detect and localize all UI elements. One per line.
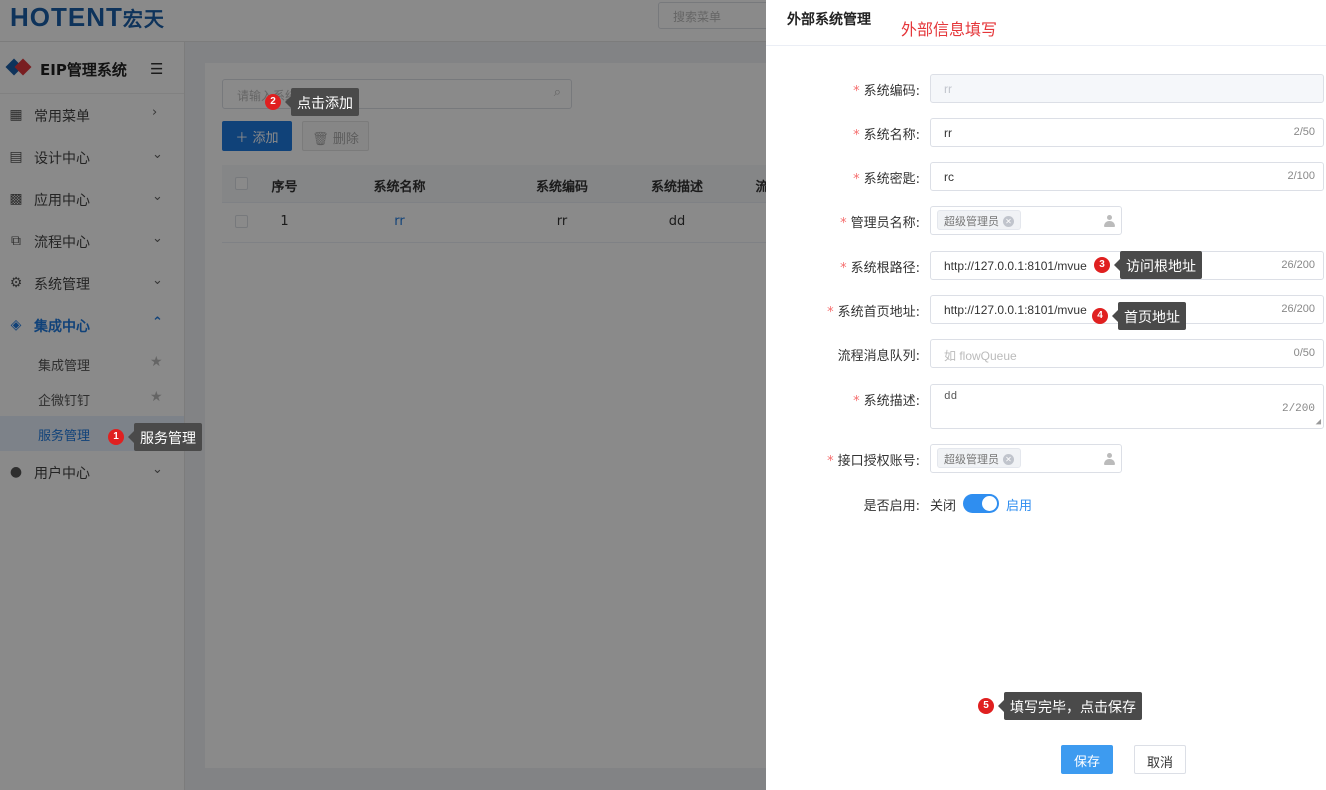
divider (766, 45, 1326, 46)
close-icon[interactable]: ✕ (1003, 454, 1014, 465)
system-name-input[interactable]: rr 2/50 (930, 118, 1324, 147)
user-select-icon[interactable] (1104, 215, 1115, 227)
external-system-drawer: 外部系统管理 外部信息填写 * 系统编码: rr * 系统名称: rr 2/50 *… (766, 0, 1326, 790)
api-account-selector[interactable]: 超级管理员 ✕ (930, 444, 1122, 473)
resize-handle-icon[interactable]: ◢ (1316, 417, 1321, 427)
close-icon[interactable]: ✕ (1003, 216, 1014, 227)
admin-tag: 超级管理员 ✕ (937, 210, 1021, 230)
save-button[interactable]: 保存 (1061, 745, 1113, 774)
drawer-title: 外部系统管理 (787, 12, 871, 28)
api-account-tag: 超级管理员 ✕ (937, 448, 1021, 468)
drawer-hint: 外部信息填写 (901, 20, 998, 39)
system-code-input: rr (930, 74, 1324, 103)
user-select-icon[interactable] (1104, 453, 1115, 465)
flow-queue-input[interactable]: 如 flowQueue 0/50 (930, 339, 1324, 368)
system-desc-textarea[interactable]: dd 2/200 ◢ (930, 384, 1324, 429)
enabled-toggle[interactable] (963, 494, 999, 513)
modal-overlay[interactable] (0, 0, 766, 790)
admin-selector[interactable]: 超级管理员 ✕ (930, 206, 1122, 235)
system-secret-input[interactable]: rc 2/100 (930, 162, 1324, 191)
cancel-button[interactable]: 取消 (1134, 745, 1186, 774)
